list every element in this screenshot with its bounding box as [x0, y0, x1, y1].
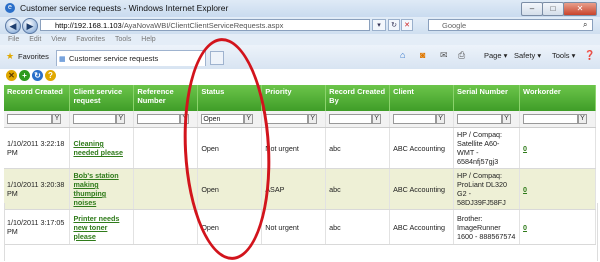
stop-icon[interactable]: ✕	[401, 19, 413, 31]
filter-input[interactable]	[137, 114, 181, 125]
filter-input[interactable]	[393, 114, 437, 125]
menu-edit[interactable]: Edit	[29, 36, 41, 43]
column-header[interactable]: Client	[389, 85, 455, 111]
help-icon[interactable]: ?	[45, 70, 56, 81]
column-header[interactable]: Priority	[261, 85, 327, 111]
cell-serial: HP / Compaq: Satellite A60-WMT - 6584nfj…	[453, 127, 521, 169]
refresh-icon[interactable]: ↻	[32, 70, 43, 81]
grid-header-row: Record Created Client service request Re…	[4, 85, 596, 111]
filter-icon[interactable]: Y	[244, 114, 254, 125]
filter-icon[interactable]: Y	[578, 114, 587, 125]
request-link[interactable]: Bob's station making thumping noises	[73, 171, 118, 207]
menu-bar: File Edit View Favorites Tools Help	[0, 34, 600, 45]
address-toolbar: ◀ ▶ http://192.168.1.103/AyaNovaWBI/Clie…	[0, 17, 600, 34]
column-header[interactable]: Reference Number	[133, 85, 199, 111]
add-icon[interactable]: +	[19, 70, 30, 81]
cell-created-by: abc	[325, 127, 391, 169]
window-titlebar: e Customer service requests - Windows In…	[0, 0, 600, 18]
cell-priority: Not urgent	[261, 127, 327, 169]
filter-row: Y Y Y Open Y Y Y Y Y Y	[4, 111, 596, 128]
close-button[interactable]: ✕	[563, 2, 597, 16]
filter-icon[interactable]: Y	[180, 114, 190, 125]
menu-help[interactable]: Help	[141, 36, 155, 43]
mail-icon[interactable]: ✉	[440, 50, 448, 61]
cell-client: ABC Accounting	[389, 127, 455, 169]
page-icon: ▦	[59, 56, 66, 63]
filter-input[interactable]	[523, 114, 578, 125]
search-icon[interactable]: ⌕	[583, 20, 587, 30]
filter-input-status[interactable]: Open	[201, 114, 245, 125]
filter-icon[interactable]: Y	[308, 114, 318, 125]
forward-button[interactable]: ▶	[22, 18, 38, 34]
refresh-icon[interactable]: ↻	[388, 19, 400, 31]
cell-reference	[133, 127, 199, 169]
filter-icon[interactable]: Y	[52, 114, 62, 125]
filter-input[interactable]	[265, 114, 309, 125]
menu-tools[interactable]: Tools	[115, 36, 131, 43]
tab-customer-service-requests[interactable]: Customer service requests	[56, 50, 206, 66]
filter-icon[interactable]: Y	[502, 114, 512, 125]
menu-file[interactable]: File	[8, 36, 19, 43]
column-header[interactable]: Client service request	[69, 85, 135, 111]
page-menu[interactable]: Page ▾	[484, 51, 507, 60]
cell-created: 1/10/2011 3:22:18 PM	[4, 127, 71, 169]
menu-view[interactable]: View	[51, 36, 66, 43]
filter-input[interactable]	[329, 114, 373, 125]
cell-status: Open	[197, 127, 263, 169]
help-icon[interactable]: ❓	[584, 50, 595, 61]
filter-input[interactable]	[73, 114, 117, 125]
filter-icon[interactable]: Y	[436, 114, 446, 125]
print-icon[interactable]: ⎙	[458, 50, 465, 61]
column-header[interactable]: Status	[197, 85, 263, 111]
column-header[interactable]: Serial Number	[453, 85, 521, 111]
close-icon[interactable]: ✕	[6, 70, 17, 81]
workorder-link[interactable]: 0	[523, 185, 527, 194]
workorder-link[interactable]: 0	[523, 144, 527, 153]
table-row: 1/10/2011 3:22:18 PM Cleaning needed ple…	[4, 127, 596, 169]
star-icon: ★	[6, 51, 15, 61]
filter-input[interactable]	[7, 114, 53, 125]
minimize-button[interactable]: –	[521, 2, 543, 16]
filter-icon[interactable]: Y	[116, 114, 126, 125]
column-header[interactable]: Record Created By	[325, 85, 391, 111]
tools-menu[interactable]: Tools ▾	[552, 51, 575, 60]
back-button[interactable]: ◀	[5, 18, 21, 34]
safety-menu[interactable]: Safety ▾	[514, 51, 541, 60]
menu-favorites[interactable]: Favorites	[76, 36, 105, 43]
url-field[interactable]: http://192.168.1.103/AyaNovaWBI/ClientCl…	[40, 19, 370, 31]
home-icon[interactable]: ⌂	[400, 50, 405, 60]
column-header[interactable]: Record Created	[4, 85, 71, 111]
url-path: /AyaNovaWBI/ClientClientServiceRequests.…	[121, 21, 284, 30]
grid-empty-area	[4, 203, 598, 261]
filter-input[interactable]	[457, 114, 503, 125]
request-link[interactable]: Cleaning needed please	[73, 139, 123, 157]
dropdown-arrow-icon[interactable]: ▾	[372, 19, 386, 31]
window-title: Customer service requests - Windows Inte…	[20, 3, 229, 13]
new-tab-button[interactable]	[210, 51, 224, 65]
feeds-icon[interactable]: ◙	[420, 50, 425, 60]
column-header[interactable]: Workorder	[519, 85, 596, 111]
url-host: http://192.168.1.103	[55, 21, 122, 30]
favorites-bar: ★ Favorites Customer service requests ▦ …	[0, 45, 600, 70]
favorites-button[interactable]: Favorites	[18, 52, 49, 61]
app-toolbar: ✕ + ↻ ?	[0, 69, 600, 83]
search-input[interactable]: Google	[428, 19, 593, 31]
maximize-button[interactable]: □	[542, 2, 564, 16]
ie-icon: e	[5, 3, 15, 13]
filter-icon[interactable]: Y	[372, 114, 382, 125]
